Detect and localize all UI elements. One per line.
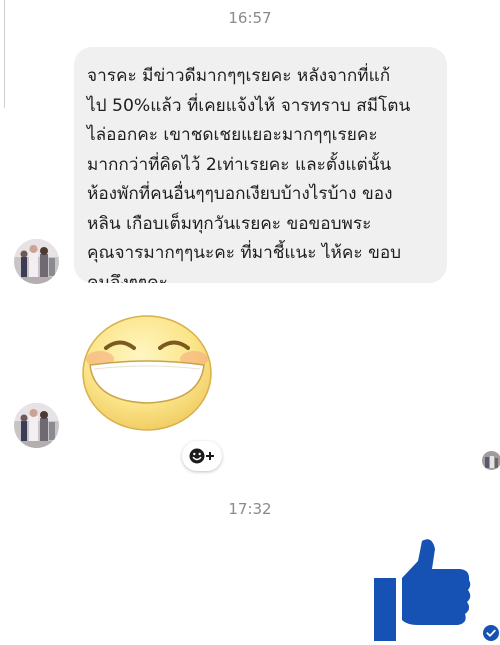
contact-avatar[interactable] — [14, 403, 59, 448]
thumbs-up-icon[interactable] — [372, 537, 472, 642]
message-bubble[interactable]: จารคะ มีข่าวดีมากๆๆเรยคะ หลังจากที่แก้ ไ… — [74, 47, 447, 283]
contact-avatar[interactable] — [14, 239, 59, 284]
grinning-face-sticker[interactable] — [80, 313, 214, 433]
timestamp: 16:57 — [228, 9, 272, 27]
timestamp: 17:32 — [228, 500, 272, 518]
seen-check-icon — [483, 625, 499, 641]
seen-avatar — [482, 451, 500, 470]
add-reaction-button[interactable] — [182, 441, 222, 471]
add-reaction-icon — [189, 448, 214, 464]
